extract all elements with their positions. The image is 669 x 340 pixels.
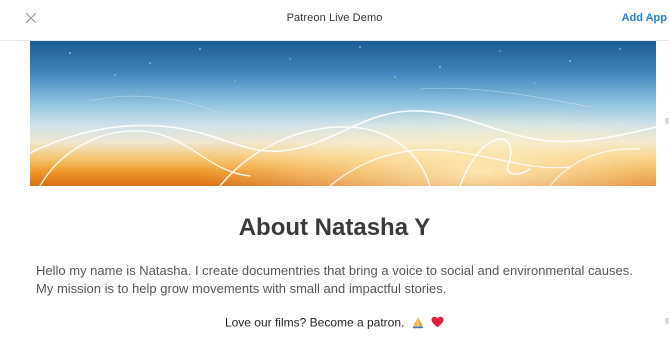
scrollbar-marker (665, 118, 669, 124)
app-title-bar: Patreon Live Demo Add App (0, 0, 669, 41)
cover-image (30, 41, 656, 186)
become-patron-line: Love our films? Become a patron. (0, 315, 669, 332)
window-title: Patreon Live Demo (286, 12, 383, 24)
about-heading: About Natasha Y (238, 214, 431, 241)
heart-icon (431, 316, 444, 331)
cta-text: Love our films? Become a patron. (224, 315, 405, 330)
cover-banner (30, 41, 656, 186)
praying-hands-icon (411, 315, 425, 332)
add-app-button[interactable]: Add App (622, 12, 667, 24)
creator-bio: Hello my name is Natasha. I create docum… (36, 263, 633, 296)
